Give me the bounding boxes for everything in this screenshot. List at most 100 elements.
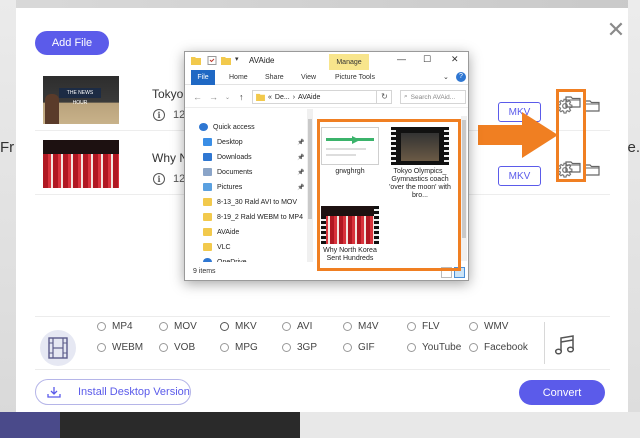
radio-button[interactable] (282, 343, 291, 352)
address-field[interactable]: « De... › AVAide (252, 90, 392, 104)
navigation-scrollbar[interactable] (307, 109, 313, 262)
radio-button[interactable] (469, 343, 478, 352)
close-dialog-button[interactable]: ✕ (606, 19, 626, 41)
format-option-wmv[interactable]: WMV (469, 321, 508, 332)
format-option-webm[interactable]: WEBM (97, 342, 143, 353)
music-icon[interactable] (554, 334, 576, 356)
ribbon-tab-share[interactable]: Share (265, 74, 284, 81)
format-option-facebook[interactable]: Facebook (469, 342, 528, 353)
format-option-mpg[interactable]: MPG (220, 342, 258, 353)
ribbon-tab-home[interactable]: Home (229, 74, 248, 81)
video-thumbnail: THE NEWS HOUR (43, 76, 119, 124)
format-option-flv[interactable]: FLV (407, 321, 440, 332)
back-arrow-icon[interactable]: ← (193, 92, 202, 102)
film-icon (48, 337, 68, 359)
search-placeholder: Search AVAid... (410, 93, 456, 101)
output-format-button[interactable]: MKV (498, 166, 541, 186)
refresh-icon[interactable]: ↻ (376, 90, 392, 104)
format-option-youtube[interactable]: YouTube (407, 342, 461, 353)
download-icon (42, 386, 66, 398)
radio-button[interactable] (220, 322, 229, 331)
nav-item[interactable]: Downloads (203, 153, 252, 161)
pin-icon[interactable]: 📌 (297, 184, 304, 191)
help-icon[interactable]: ? (456, 72, 466, 82)
radio-button[interactable] (282, 322, 291, 331)
manage-tab[interactable]: Manage (329, 54, 369, 70)
ribbon-tab-file[interactable]: File (191, 70, 215, 85)
new-folder-icon[interactable] (221, 56, 231, 65)
format-option-vob[interactable]: VOB (159, 342, 195, 353)
format-option-mp4[interactable]: MP4 (97, 321, 133, 332)
video-format-icon[interactable] (40, 330, 76, 366)
up-arrow-icon[interactable]: ↑ (239, 92, 244, 102)
radio-button[interactable] (407, 343, 416, 352)
background-text-right: e. (627, 139, 640, 156)
address-segment[interactable]: De... (275, 94, 290, 101)
scrollbar-thumb[interactable] (308, 119, 312, 219)
search-input[interactable]: ⌕ Search AVAid... (400, 90, 466, 104)
nav-item[interactable]: Quick access (199, 123, 255, 131)
radio-button[interactable] (97, 343, 106, 352)
nav-item[interactable]: AVAide (203, 228, 239, 236)
ribbon-tab-picture-tools[interactable]: Picture Tools (335, 74, 375, 81)
recent-dropdown-icon[interactable]: ⌄ (225, 94, 230, 101)
radio-button[interactable] (469, 322, 478, 331)
forward-arrow-icon[interactable]: → (209, 92, 218, 102)
folder-icon (203, 228, 212, 236)
folder-icon[interactable] (565, 95, 581, 108)
nav-item[interactable]: VLC (203, 243, 231, 251)
nav-item[interactable]: OneDrive (203, 258, 247, 262)
convert-button[interactable]: Convert (519, 380, 605, 405)
radio-button[interactable] (159, 343, 168, 352)
radio-button[interactable] (343, 322, 352, 331)
format-option-gif[interactable]: GIF (343, 342, 375, 353)
add-file-button[interactable]: Add File (35, 31, 109, 55)
radio-button[interactable] (407, 322, 416, 331)
background-left-edge (0, 0, 16, 438)
properties-icon[interactable] (207, 56, 217, 65)
radio-button[interactable] (97, 322, 106, 331)
install-desktop-button[interactable]: Install Desktop Version (35, 379, 191, 405)
info-icon[interactable]: i (153, 173, 165, 185)
nav-item[interactable]: Desktop (203, 138, 243, 146)
format-option-label: YouTube (422, 342, 462, 353)
radio-button[interactable] (159, 322, 168, 331)
pin-icon[interactable]: 📌 (297, 154, 304, 161)
format-option-avi[interactable]: AVI (282, 321, 312, 332)
format-option-label: Facebook (484, 342, 528, 353)
folder-icon[interactable] (565, 160, 581, 173)
info-icon[interactable]: i (153, 109, 165, 121)
expand-ribbon-icon[interactable]: ⌄ (443, 73, 449, 81)
radio-button[interactable] (220, 343, 229, 352)
background-bottom-edge (0, 412, 640, 438)
download-icon (203, 153, 212, 161)
folder-icon[interactable] (584, 99, 600, 112)
nav-item-label: Quick access (213, 123, 255, 131)
ribbon-tab-view[interactable]: View (301, 74, 316, 81)
file-list-scrollbar[interactable] (461, 116, 467, 261)
format-option-m4v[interactable]: M4V (343, 321, 379, 332)
close-window-button[interactable]: ✕ (451, 54, 459, 65)
pin-icon[interactable]: 📌 (297, 169, 304, 176)
address-segment[interactable]: AVAide (298, 94, 320, 101)
pin-icon[interactable]: 📌 (297, 139, 304, 146)
format-option-label: VOB (174, 342, 196, 353)
nav-item[interactable]: 8-13_30 Rald AVI to MOV (203, 198, 297, 206)
format-option-mkv[interactable]: MKV (220, 321, 257, 332)
maximize-button[interactable]: ☐ (423, 54, 431, 65)
item-count: 9 items (193, 268, 216, 275)
radio-button[interactable] (343, 343, 352, 352)
format-option-label: 3GP (297, 342, 318, 353)
explorer-titlebar[interactable]: ▾ AVAide Manage — ☐ ✕ (185, 52, 468, 70)
nav-item[interactable]: Documents (203, 168, 252, 176)
folder-icon[interactable] (584, 163, 600, 176)
format-option-mov[interactable]: MOV (159, 321, 197, 332)
scrollbar-thumb[interactable] (462, 120, 466, 238)
quick-access-dropdown-icon[interactable]: ▾ (235, 55, 239, 63)
format-option-label: AVI (297, 321, 313, 332)
nav-item[interactable]: Pictures (203, 183, 242, 191)
minimize-button[interactable]: — (397, 54, 406, 64)
format-option-3gp[interactable]: 3GP (282, 342, 317, 353)
nav-item[interactable]: 8-19_2 Rald WEBM to MP4 (203, 213, 303, 221)
nav-item-label: Pictures (217, 183, 243, 191)
